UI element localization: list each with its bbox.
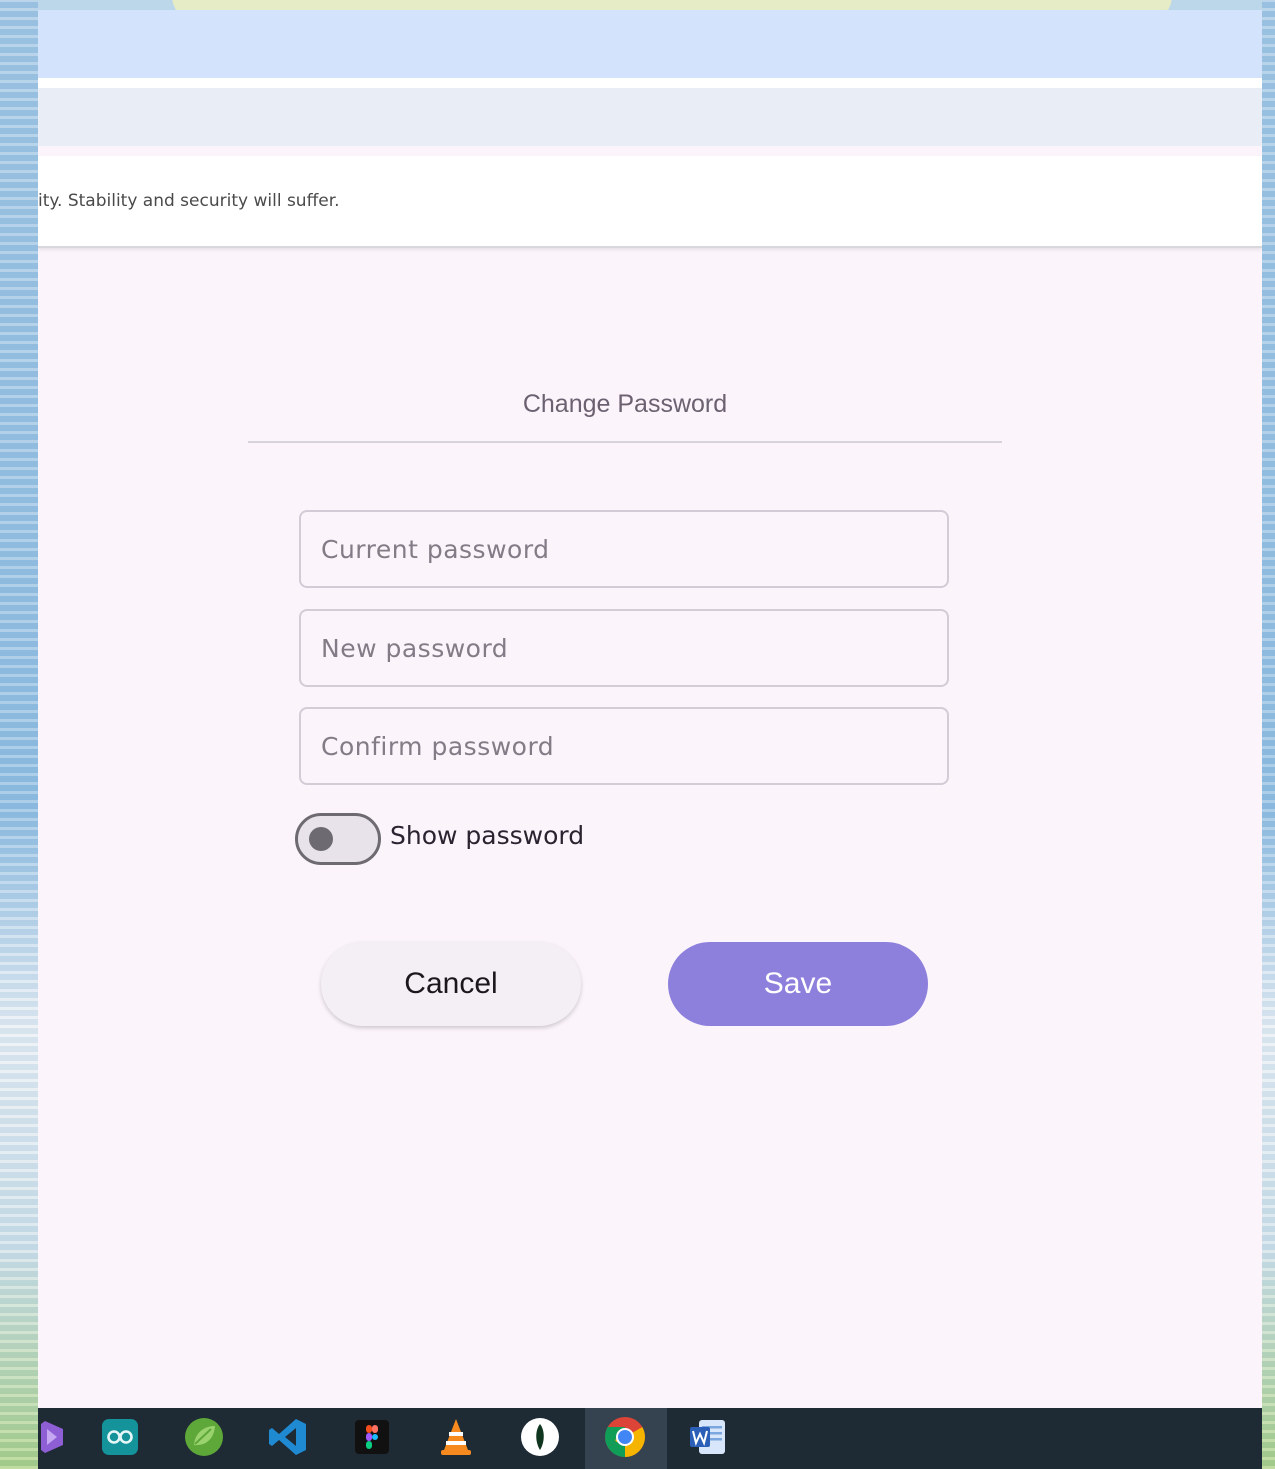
browser-window: ity. Stability and security will suffer.… <box>38 10 1262 1408</box>
confirm-password-field[interactable] <box>299 707 949 785</box>
vlc-icon[interactable] <box>433 1414 479 1460</box>
new-password-field[interactable] <box>299 609 949 687</box>
toggle-knob <box>309 827 333 851</box>
vscode-icon[interactable] <box>265 1414 311 1460</box>
spring-icon[interactable] <box>181 1414 227 1460</box>
desktop-wallpaper-right <box>1262 0 1275 1469</box>
dialog-title: Change Password <box>522 390 728 418</box>
title-divider <box>248 441 1002 443</box>
show-password-label: Show password <box>390 821 585 850</box>
save-button[interactable]: Save <box>668 942 928 1026</box>
figma-icon[interactable] <box>349 1414 395 1460</box>
infobar-message: ity. Stability and security will suffer. <box>38 191 340 211</box>
browser-separator <box>38 78 1262 88</box>
show-password-toggle[interactable] <box>295 813 381 865</box>
visual-studio-icon[interactable] <box>30 1414 76 1460</box>
browser-tab-strip <box>38 10 1262 78</box>
mongodb-compass-icon[interactable] <box>517 1414 563 1460</box>
word-icon[interactable] <box>685 1414 731 1460</box>
chrome-icon[interactable] <box>602 1414 648 1460</box>
desktop-wallpaper-left <box>0 0 38 1469</box>
current-password-field[interactable] <box>299 510 949 588</box>
browser-toolbar <box>38 88 1262 146</box>
cancel-button[interactable]: Cancel <box>321 942 581 1026</box>
arduino-icon[interactable] <box>97 1414 143 1460</box>
